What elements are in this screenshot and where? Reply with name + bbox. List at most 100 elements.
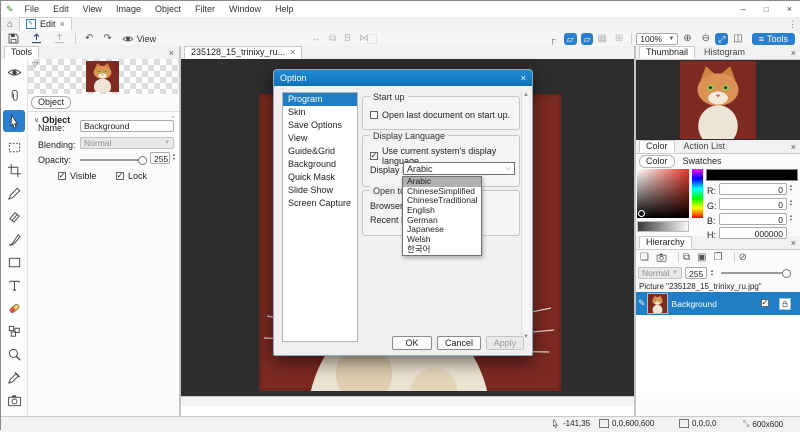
hue-bar[interactable] <box>692 169 703 218</box>
layer-opacity-box[interactable]: 255 <box>685 266 707 279</box>
layer-opacity-spinner-icon[interactable]: ▲ ▼ <box>710 268 718 277</box>
r-spinner-icon[interactable]: ▲ ▼ <box>789 184 797 192</box>
preview-eye-tool[interactable] <box>4 64 24 80</box>
language-option-korean[interactable]: 한국어 <box>403 244 481 255</box>
flip-icon[interactable]: ⋈ <box>359 33 369 44</box>
ok-button[interactable]: OK <box>392 336 432 350</box>
nav-skin[interactable]: Skin <box>283 106 357 119</box>
menu-object[interactable]: Object <box>148 4 188 14</box>
option-dialog-titlebar[interactable]: Option × <box>274 70 532 86</box>
tools-toggle-button[interactable]: ≡ Tools <box>751 32 795 45</box>
tab-thumbnail[interactable]: Thumbnail <box>639 46 696 59</box>
name-input[interactable] <box>80 120 174 132</box>
save-icon[interactable] <box>7 32 20 45</box>
g-value-input[interactable]: 0 <box>719 198 787 210</box>
nav-quick-mask[interactable]: Quick Mask <box>283 171 357 184</box>
thumbnail-view[interactable] <box>636 60 800 140</box>
sv-marker[interactable] <box>638 210 645 217</box>
menu-filter[interactable]: Filter <box>188 4 222 14</box>
object-badge[interactable]: Object <box>31 96 72 109</box>
menu-view[interactable]: View <box>76 4 109 14</box>
nav-background[interactable]: Background <box>283 158 357 171</box>
document-tab-close-icon[interactable]: × <box>290 47 295 58</box>
edit-tab-close-icon[interactable]: × <box>60 19 65 29</box>
close-button[interactable]: × <box>778 4 800 14</box>
hierarchy-title[interactable]: Hierarchy <box>639 236 692 249</box>
heal-tool[interactable] <box>4 300 24 316</box>
b-spinner-icon[interactable]: ▲ ▼ <box>789 214 797 222</box>
paste-icon[interactable]: ▣ <box>697 252 706 263</box>
duplicate-icon[interactable]: ⧉ <box>683 252 690 263</box>
ruler-corner-icon[interactable]: ┌ <box>549 34 555 44</box>
camera-icon[interactable] <box>656 252 667 263</box>
shape-tool[interactable] <box>4 254 24 270</box>
mosaic-tool[interactable] <box>4 323 24 339</box>
zoom-level-select[interactable]: 100% ▼ <box>636 32 679 45</box>
layer-visible-checkbox[interactable]: ✓ <box>761 299 769 307</box>
menu-edit[interactable]: Edit <box>46 4 76 14</box>
nav-view[interactable]: View <box>283 132 357 145</box>
layer-row-background[interactable]: ✎ Background ✓ <box>636 292 800 315</box>
marquee-tool[interactable] <box>4 139 24 155</box>
tab-edit[interactable]: ✎ Edit × <box>19 17 72 31</box>
text-tool[interactable] <box>4 277 24 293</box>
zoom-out-icon[interactable]: ⊖ <box>702 33 710 44</box>
fullscreen-button[interactable]: ⤢ <box>715 32 729 45</box>
snap-2-button[interactable]: ▱ <box>580 32 594 45</box>
eraser-tool[interactable] <box>4 208 24 224</box>
select-tool[interactable] <box>3 110 25 132</box>
more-icon[interactable]: ⋮ <box>788 19 797 30</box>
nav-slide-show[interactable]: Slide Show <box>283 184 357 197</box>
split-view-icon[interactable]: ◫ <box>733 33 742 44</box>
pen-tool[interactable] <box>4 185 24 201</box>
color-panel-close-icon[interactable]: × <box>791 142 796 152</box>
home-icon[interactable]: ⌂ <box>7 19 13 30</box>
view-button[interactable]: View <box>122 33 156 45</box>
redo-icon[interactable]: ↷ <box>103 33 111 44</box>
tab-color[interactable]: Color <box>639 140 675 153</box>
new-object-icon[interactable]: ❏ <box>640 252 649 263</box>
brush-tool[interactable] <box>4 231 24 247</box>
nav-save-options[interactable]: Save Options <box>283 119 357 132</box>
scroll-up-icon[interactable]: ▲ <box>523 92 529 98</box>
undo-icon[interactable]: ↶ <box>85 33 93 44</box>
cancel-button[interactable]: Cancel <box>437 336 481 350</box>
menu-file[interactable]: File <box>18 4 47 14</box>
dialog-scrollbar[interactable]: ▲ ▼ <box>521 92 530 340</box>
tools-panel-title[interactable]: Tools <box>4 46 40 59</box>
export-icon[interactable] <box>30 32 43 45</box>
collapse-chevron-icon[interactable]: ▽ <box>32 60 38 69</box>
subtab-color[interactable]: Color <box>639 154 675 168</box>
bold-icon[interactable]: B <box>344 33 351 44</box>
menu-window[interactable]: Window <box>222 4 268 14</box>
fit-width-icon[interactable]: ↔ <box>311 33 321 44</box>
grayscale-bar[interactable] <box>637 221 689 232</box>
color-picker-tool[interactable] <box>4 369 24 385</box>
capture-tool[interactable] <box>4 392 24 408</box>
document-icon[interactable]: ❐ <box>714 252 723 263</box>
copy-icon[interactable]: ⧉ <box>329 33 336 44</box>
snap-1-button[interactable]: ▱ <box>563 32 577 45</box>
opacity-slider-knob[interactable] <box>138 156 147 165</box>
object-thumbnail[interactable] <box>86 61 119 92</box>
r-value-input[interactable]: 0 <box>719 183 787 195</box>
disable-icon[interactable]: ⊘ <box>739 252 747 263</box>
tools-panel-close-icon[interactable]: × <box>169 48 174 58</box>
display-language-combobox[interactable]: Arabic ⌵ <box>403 162 515 175</box>
thumbnail-panel-close-icon[interactable]: × <box>791 48 796 58</box>
zoom-in-icon[interactable]: ⊕ <box>683 33 691 44</box>
layer-lock-icon[interactable] <box>779 298 791 310</box>
nav-program[interactable]: Program <box>283 93 357 106</box>
subtab-swatches[interactable]: Swatches <box>683 156 722 166</box>
minimize-button[interactable]: – <box>732 4 755 14</box>
hierarchy-panel-close-icon[interactable]: × <box>791 238 796 248</box>
b-value-input[interactable]: 0 <box>719 213 787 225</box>
attach-tool[interactable] <box>4 87 24 103</box>
hex-value-input[interactable]: 000000 <box>719 227 787 239</box>
visible-checkbox[interactable]: ✓ Visible <box>58 171 96 181</box>
maximize-button[interactable]: □ <box>755 5 778 14</box>
layer-opacity-slider[interactable] <box>721 268 791 278</box>
menu-help[interactable]: Help <box>268 4 301 14</box>
apply-button[interactable]: Apply <box>486 336 524 350</box>
crop-tool[interactable] <box>4 162 24 178</box>
